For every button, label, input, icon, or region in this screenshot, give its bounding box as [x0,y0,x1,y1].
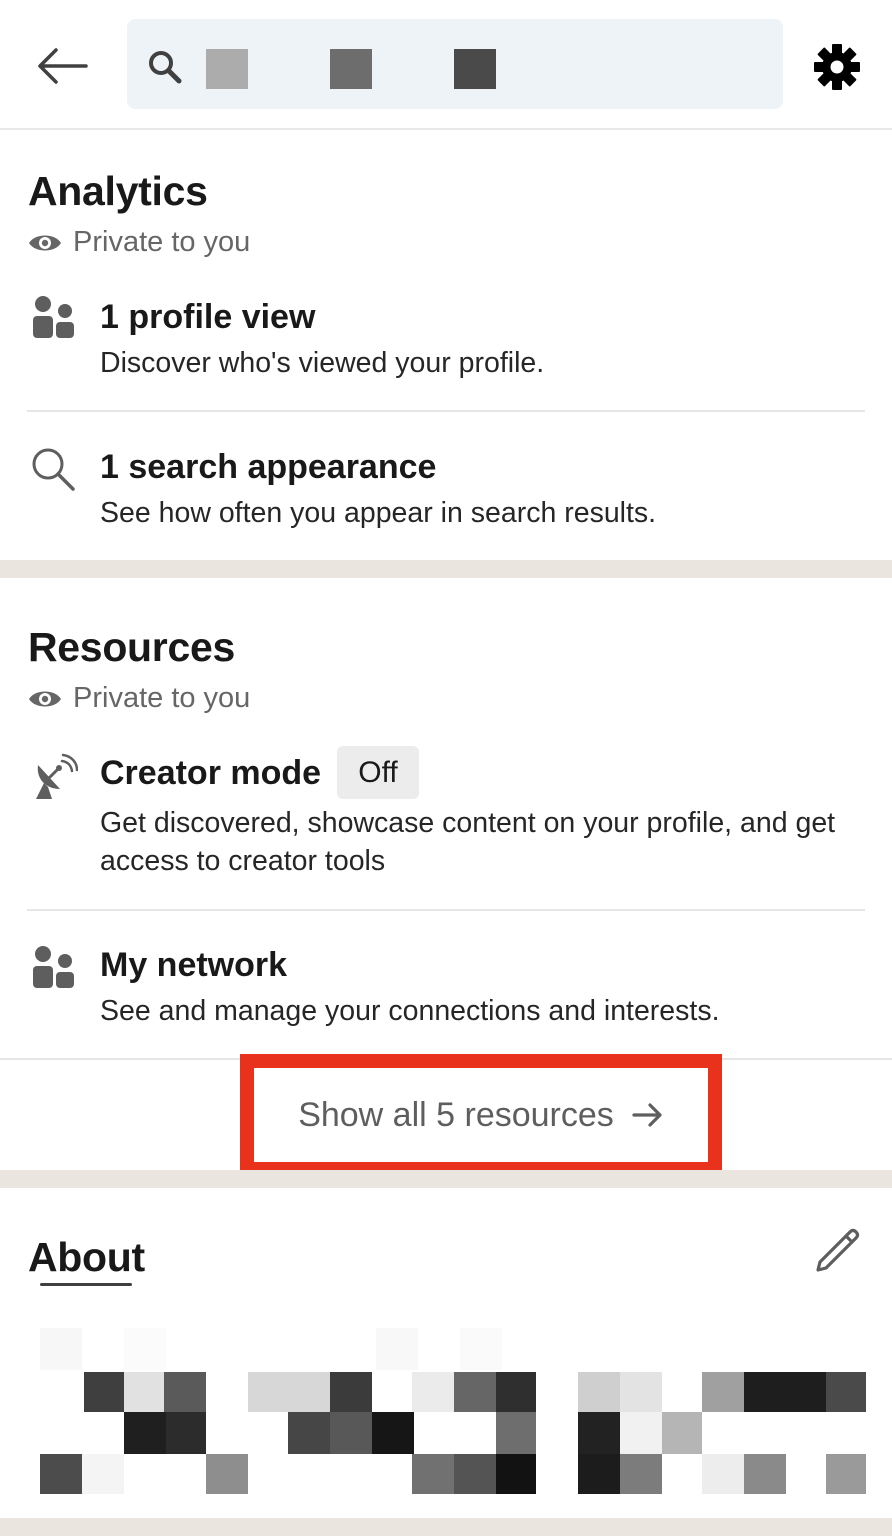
arrow-right-icon [632,1103,662,1127]
resources-title: Resources [28,624,235,670]
redacted-about-content [40,1328,870,1498]
creator-mode-description: Get discovered, showcase content on your… [100,807,836,877]
eye-icon [29,235,61,250]
profile-views-title: 1 profile view [100,298,316,336]
search-icon [32,448,75,491]
analytics-title: Analytics [28,168,208,214]
resources-item-creator-mode[interactable]: Creator mode Get discovered, showcase co… [0,745,892,895]
satellite-dish-icon [36,753,78,799]
section-separator [0,1170,892,1188]
pencil-icon [816,1228,860,1272]
my-network-title: My network [100,946,288,984]
show-all-resources-button[interactable]: Show all 5 resources [240,1054,722,1176]
search-appearances-title: 1 search appearance [100,448,437,486]
analytics-item-search-appearances[interactable]: 1 search appearance See how often you ap… [0,440,892,550]
privacy-label: Private to you [73,226,251,258]
redacted-search-block [206,49,248,89]
redacted-search-block [454,49,496,89]
gear-icon [814,44,860,90]
back-button[interactable] [30,38,94,94]
search-input[interactable] [127,19,783,109]
settings-button[interactable] [808,38,866,96]
resources-privacy: Private to you [27,682,250,715]
redacted-search-block [330,49,372,89]
my-network-description: See and manage your connections and inte… [100,995,720,1027]
about-title-underline [40,1283,132,1286]
section-separator [0,560,892,578]
eye-icon [29,691,61,706]
profile-views-description: Discover who's viewed your profile. [100,347,545,379]
section-separator [0,1518,892,1536]
privacy-label: Private to you [73,682,251,714]
resources-item-my-network[interactable]: My network See and manage your connectio… [0,940,892,1050]
analytics-privacy: Private to you [27,226,250,259]
search-icon [149,51,182,84]
people-icon [33,296,74,338]
divider [27,909,865,911]
divider [27,410,865,412]
top-bar [0,0,892,130]
about-title: About [28,1234,145,1280]
show-all-resources-label: Show all 5 resources [298,1095,614,1134]
creator-mode-title: Creator mode [100,754,322,792]
edit-about-button[interactable] [812,1226,864,1278]
search-appearances-description: See how often you appear in search resul… [100,497,657,529]
people-icon [33,946,74,988]
pixelated-redaction [40,1328,866,1494]
creator-mode-status-badge: Off [337,746,419,799]
arrow-left-icon [38,48,88,84]
analytics-item-profile-views[interactable]: 1 profile view Discover who's viewed you… [0,290,892,400]
